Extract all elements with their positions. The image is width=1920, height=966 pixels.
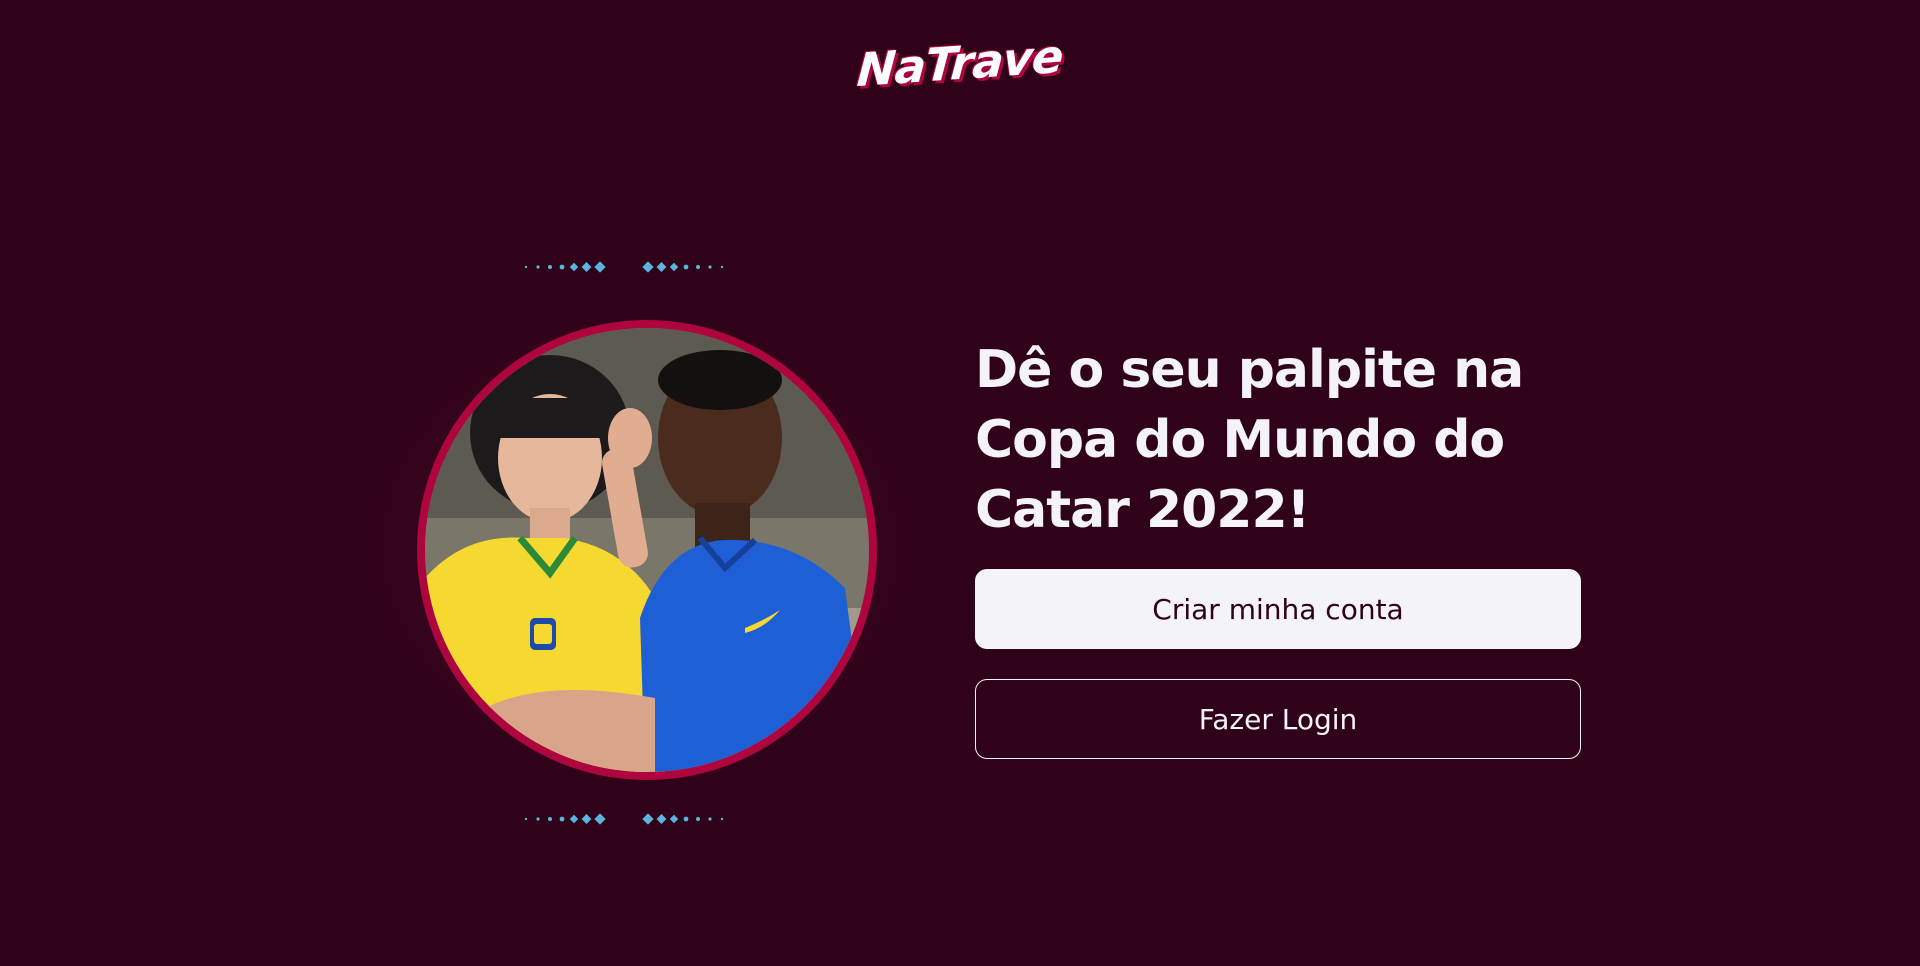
create-account-button[interactable]: Criar minha conta (975, 569, 1581, 649)
decorative-dots-top (520, 257, 760, 277)
header: NaTrave (0, 29, 1920, 97)
natrave-logo[interactable]: NaTrave (855, 29, 1064, 97)
page-headline: Dê o seu palpite na Copa do Mundo do Cat… (975, 340, 1524, 540)
hero-content: Dê o seu palpite na Copa do Mundo do Cat… (975, 335, 1581, 759)
people-photo-icon (425, 328, 869, 772)
hero-image-area (360, 255, 920, 855)
decorative-dots-bottom (520, 809, 760, 829)
photo-frame (417, 320, 877, 780)
landing-page: NaTrave Dê o seu palpite na Copa do Mund… (0, 0, 1920, 966)
login-button[interactable]: Fazer Login (975, 679, 1581, 759)
